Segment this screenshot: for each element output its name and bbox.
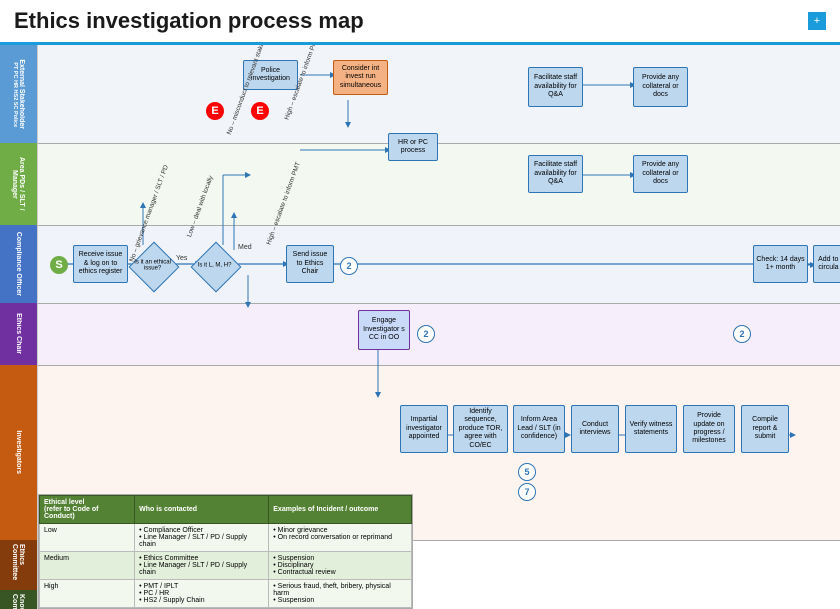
start-circle: S [50, 256, 68, 274]
e-circle-2: E [251, 102, 269, 120]
col-header-contacts: Who is contacted [135, 496, 269, 524]
examples-low: • Minor grievance • On record conversati… [269, 524, 412, 552]
provide-collateral-ext-box: Provide any collateral or docs [633, 67, 688, 107]
identify-sequence-box: Identify sequence, produce TOR, agree wi… [453, 405, 508, 453]
receive-issue-box: Receive issue & log on to ethics registe… [73, 245, 128, 283]
e-circle-1: E [206, 102, 224, 120]
row-label-ext-stakeholder: External Stakeholder PT PC HR HS2 SC Pol… [0, 45, 37, 143]
title-bar: Ethics investigation process map + [0, 0, 840, 45]
row-label-ethics-chair: Ethics Chair [0, 303, 37, 365]
page: Ethics investigation process map + Exter… [0, 0, 840, 609]
circle-2-compliance: 2 [340, 257, 358, 275]
col-header-examples: Examples of Incident / outcome [269, 496, 412, 524]
provide-update-box: Provide update on progress / milestones [683, 405, 735, 453]
circle-5: 5 [518, 463, 536, 481]
level-high: High [40, 580, 135, 608]
contacts-medium: • Ethics Committee • Line Manager / SLT … [135, 552, 269, 580]
compile-report-box: Compile report & submit [741, 405, 789, 453]
contacts-low: • Compliance Officer • Line Manager / SL… [135, 524, 269, 552]
row-label-ethics-committee: Ethics Committee [0, 540, 37, 590]
circle-2-chair: 2 [417, 325, 435, 343]
main-content: External Stakeholder PT PC HR HS2 SC Pol… [0, 45, 840, 609]
yes-label: Yes [176, 255, 187, 262]
circle-7: 7 [518, 483, 536, 501]
provide-collateral-area-box: Provide any collateral or docs [633, 155, 688, 193]
row-label-investigators: Investigators [0, 365, 37, 540]
contacts-high: • PMT / IPLT • PC / HR • HS2 / Supply Ch… [135, 580, 269, 608]
div4 [38, 365, 840, 366]
table-row-low: Low • Compliance Officer • Line Manager … [40, 524, 412, 552]
stripe-chair [38, 303, 840, 365]
diagram-area: Police investigation Consider int invest… [38, 45, 840, 609]
row-label-knowledge: Knowledge / Comms [0, 590, 37, 609]
row-label-compliance: Compliance Officer [0, 225, 37, 303]
col-header-level: Ethical level(refer to Code of Conduct) [40, 496, 135, 524]
level-medium: Medium [40, 552, 135, 580]
div2 [38, 225, 840, 226]
send-to-chair-box: Send issue to Ethics Chair [286, 245, 334, 283]
check-14days-box: Check: 14 days 1+ month [753, 245, 808, 283]
med-label: Med [238, 244, 252, 251]
div1 [38, 143, 840, 144]
level-low: Low [40, 524, 135, 552]
engage-investigator-box: Engage Investigator s CC in OO [358, 310, 410, 350]
hr-or-pc-box: HR or PC process [388, 133, 438, 161]
examples-medium: • Suspension • Disciplinary • Contractua… [269, 552, 412, 580]
table-row-medium: Medium • Ethics Committee • Line Manager… [40, 552, 412, 580]
div3 [38, 303, 840, 304]
facilitate-area-box: Facilitate staff availability for Q&A [528, 155, 583, 193]
examples-high: • Serious fraud, theft, bribery, physica… [269, 580, 412, 608]
inform-area-lead-box: Inform Area Lead / SLT (in confidence) [513, 405, 565, 453]
row-label-area-pds: Area PDs / SLT / Manager [0, 143, 37, 225]
corner-button[interactable]: + [808, 12, 826, 30]
table-row-high: High • PMT / IPLT • PC / HR • HS2 / Supp… [40, 580, 412, 608]
page-title: Ethics investigation process map [14, 8, 364, 34]
impartial-investigator-box: Impartial investigator appointed [400, 405, 448, 453]
stripe-ext [38, 45, 840, 143]
add-agenda-box: Add to agen circula adva [813, 245, 840, 283]
conduct-interviews-box: Conduct interviews [571, 405, 619, 453]
row-labels: External Stakeholder PT PC HR HS2 SC Pol… [0, 45, 38, 609]
verify-witness-box: Verify witness statements [625, 405, 677, 453]
facilitate-ext-box: Facilitate staff availability for Q&A [528, 67, 583, 107]
circle-2-right: 2 [733, 325, 751, 343]
consider-int-box: Consider int invest run simultaneous [333, 60, 388, 95]
incident-table: Ethical level(refer to Code of Conduct) … [39, 495, 412, 608]
bottom-table: Ethical level(refer to Code of Conduct) … [38, 494, 413, 609]
